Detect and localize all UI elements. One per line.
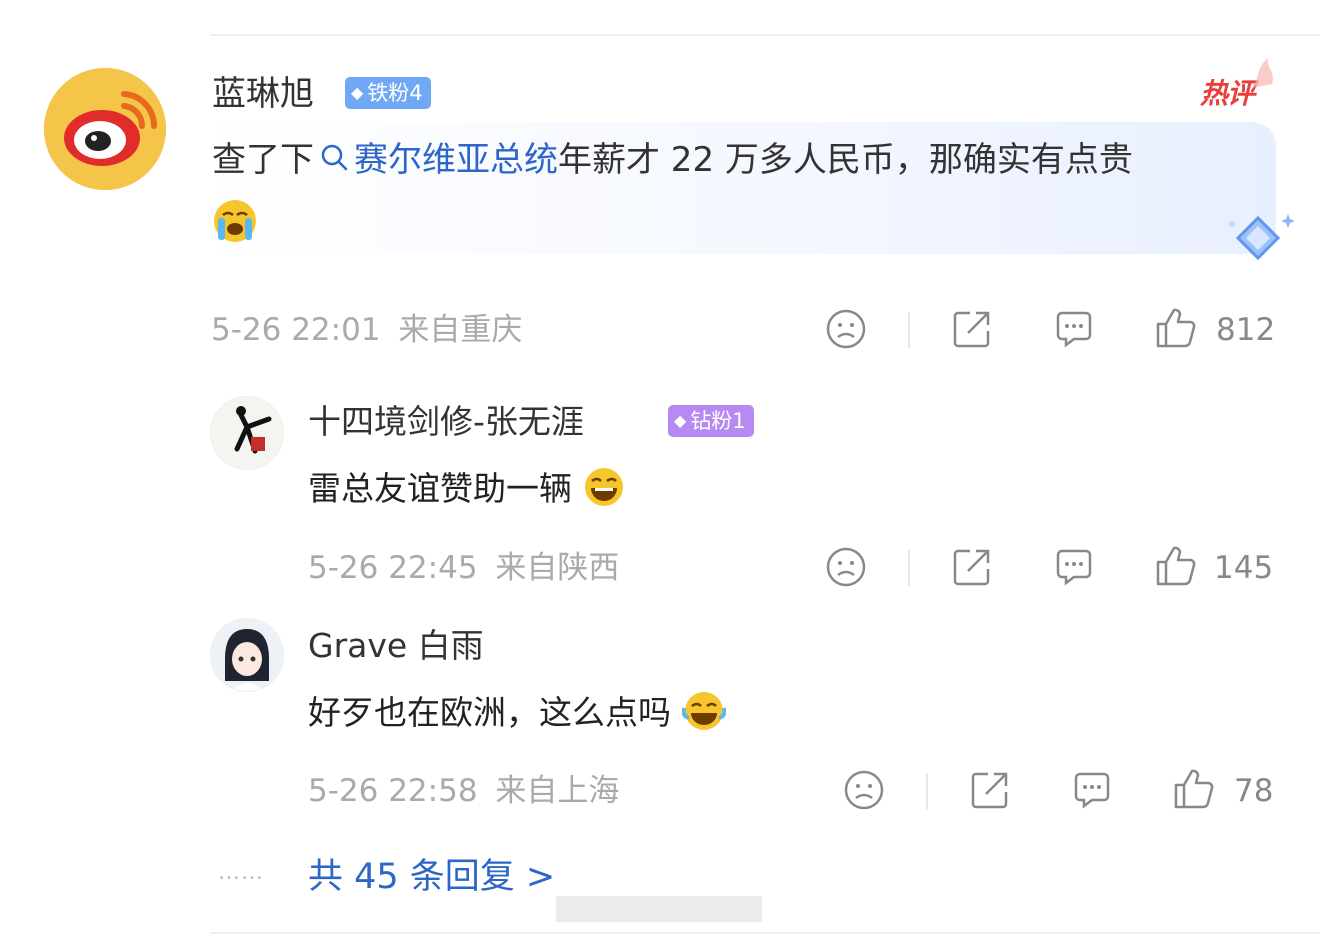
reply-time: 5-26 22:58 (308, 773, 478, 809)
dislike-face-icon[interactable] (824, 545, 868, 589)
reply-username[interactable]: Grave 白雨 (308, 624, 484, 668)
more-dots: …… (218, 860, 264, 885)
diamond-icon: ◆ (351, 83, 364, 102)
action-divider (908, 312, 910, 348)
like-count: 812 (1216, 312, 1276, 348)
fan-badge-label: 铁粉4 (367, 81, 423, 105)
comment-meta: 5-26 22:01 来自重庆 (211, 310, 522, 350)
fan-badge[interactable]: ◆ 钻粉1 (668, 405, 754, 437)
emoji-line (212, 198, 258, 248)
comment-location: 来自重庆 (398, 312, 523, 348)
fan-badge[interactable]: ◆ 铁粉4 (345, 77, 431, 109)
dislike-face-icon[interactable] (824, 307, 868, 351)
martial-artist-avatar-icon (211, 397, 283, 469)
comment-icon[interactable] (1070, 768, 1114, 812)
comment-text-prefix: 查了下 (212, 140, 314, 180)
search-icon (321, 144, 348, 171)
reply-location: 来自陕西 (495, 550, 620, 586)
watermark (556, 896, 762, 922)
comment-icon[interactable] (1052, 545, 1096, 589)
view-more-replies-link[interactable]: 共 45 条回复 > (308, 854, 555, 900)
share-icon[interactable] (968, 768, 1012, 812)
flame-icon (1252, 58, 1273, 88)
action-divider (908, 550, 910, 586)
laughing-emoji-icon (584, 468, 623, 506)
reply-text-content: 雷总友谊赞助一辆 (308, 469, 572, 508)
diamond-icon: ◆ (674, 411, 687, 430)
thumbs-up-icon[interactable] (1154, 306, 1198, 350)
topic-link[interactable]: 赛尔维亚总统 (314, 140, 558, 180)
reply-username[interactable]: 十四境剑修-张无涯 (308, 400, 584, 444)
like-count: 78 (1234, 773, 1274, 809)
comment-icon[interactable] (1052, 307, 1096, 351)
reply-text[interactable]: 雷总友谊赞助一辆 (308, 466, 625, 511)
fan-badge-label: 钻粉1 (690, 409, 746, 433)
action-divider (926, 773, 928, 809)
top-divider (210, 34, 1320, 36)
reply-time: 5-26 22:45 (308, 550, 478, 586)
thumbs-up-icon[interactable] (1172, 767, 1216, 811)
anime-character-avatar-icon (211, 619, 283, 691)
reply-text-content: 好歹也在欧洲，这么点吗 (308, 693, 671, 732)
dislike-face-icon[interactable] (842, 768, 886, 812)
comment-text-suffix: 年薪才 22 万多人民币，那确实有点贵 (558, 140, 1133, 180)
bottom-divider (210, 932, 1320, 934)
share-icon[interactable] (950, 545, 994, 589)
like-count: 145 (1214, 550, 1274, 586)
reply-avatar[interactable] (210, 618, 284, 692)
weibo-logo-icon (44, 68, 166, 190)
reply-location: 来自上海 (495, 773, 620, 809)
user-avatar[interactable] (44, 68, 166, 190)
username[interactable]: 蓝琳旭 (212, 72, 314, 116)
comment-time: 5-26 22:01 (211, 312, 381, 348)
crying-laughing-emoji-icon (214, 200, 256, 242)
reply-meta: 5-26 22:58 来自上海 (308, 771, 619, 811)
topic-label: 赛尔维亚总统 (354, 140, 558, 180)
reply-meta: 5-26 22:45 来自陕西 (308, 548, 619, 588)
share-icon[interactable] (950, 307, 994, 351)
thumbs-up-icon[interactable] (1154, 544, 1198, 588)
reply-avatar[interactable] (210, 396, 284, 470)
reply-text[interactable]: 好歹也在欧洲，这么点吗 (308, 690, 726, 735)
diamond-decoration-icon (1229, 214, 1295, 261)
comment-text[interactable]: 查了下 赛尔维亚总统年薪才 22 万多人民币，那确实有点贵 (212, 134, 1252, 186)
rolling-laughing-emoji-icon (681, 692, 726, 730)
